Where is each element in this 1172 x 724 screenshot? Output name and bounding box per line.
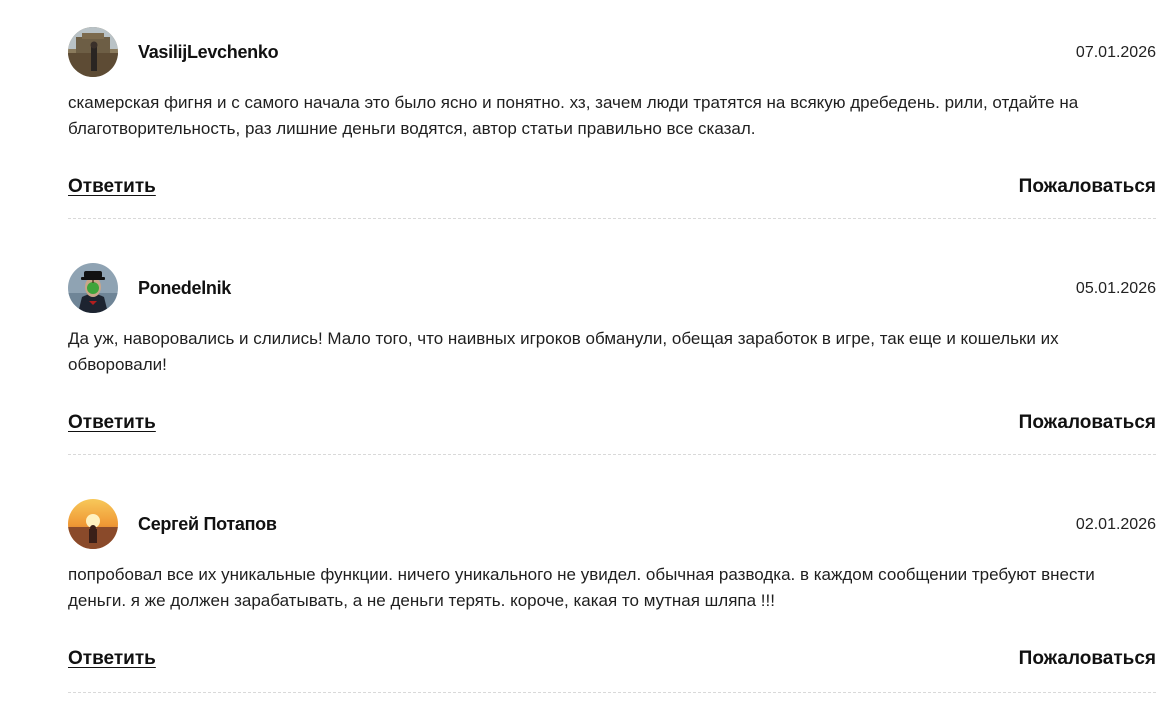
comment-text: попробовал все их уникальные функции. ни… — [68, 565, 1095, 610]
avatar[interactable] — [68, 27, 118, 77]
comment-item: VasilijLevchenko 07.01.2026 скамерская ф… — [68, 27, 1156, 219]
comment-header: VasilijLevchenko 07.01.2026 — [68, 27, 1156, 77]
comment-text: скамерская фигня и с самого начала это б… — [68, 93, 1079, 138]
avatar[interactable] — [68, 263, 118, 313]
comment-author: Сергей Потапов — [138, 514, 277, 534]
report-link[interactable]: Пожаловаться — [1019, 176, 1156, 198]
reply-link[interactable]: Ответить — [68, 648, 156, 670]
comment-item: Ponedelnik 05.01.2026 Да уж, наворовалис… — [68, 263, 1156, 455]
comment-header: Сергей Потапов 02.01.2026 — [68, 499, 1156, 549]
comment-author: VasilijLevchenko — [138, 42, 279, 62]
comments-list: VasilijLevchenko 07.01.2026 скамерская ф… — [68, 27, 1156, 693]
comment-actions: Ответить Пожаловаться — [68, 176, 1156, 202]
avatar[interactable] — [68, 499, 118, 549]
report-link[interactable]: Пожаловаться — [1019, 648, 1156, 670]
comment-author: Ponedelnik — [138, 278, 232, 298]
comment-item: Сергей Потапов 02.01.2026 попробовал все… — [68, 499, 1156, 693]
comment-date: 02.01.2026 — [1075, 516, 1156, 533]
sunset-photo-avatar-icon — [68, 499, 118, 549]
comment-date: 05.01.2026 — [1075, 280, 1156, 297]
comment-text: Да уж, наворовались и слились! Мало того… — [68, 326, 1128, 378]
reply-link[interactable]: Ответить — [68, 412, 156, 434]
report-link[interactable]: Пожаловаться — [1019, 412, 1156, 434]
comment-header: Ponedelnik 05.01.2026 — [68, 263, 1156, 313]
comment-text-content: Да уж, наворовались и слились! Мало того… — [68, 329, 1059, 374]
city-photo-avatar-icon — [68, 27, 118, 77]
comment-date: 07.01.2026 — [1075, 44, 1156, 61]
reply-link[interactable]: Ответить — [68, 176, 156, 198]
comment-actions: Ответить Пожаловаться — [68, 648, 1156, 674]
comment-actions: Ответить Пожаловаться — [68, 412, 1156, 438]
man-with-apple-avatar-icon — [68, 263, 118, 313]
